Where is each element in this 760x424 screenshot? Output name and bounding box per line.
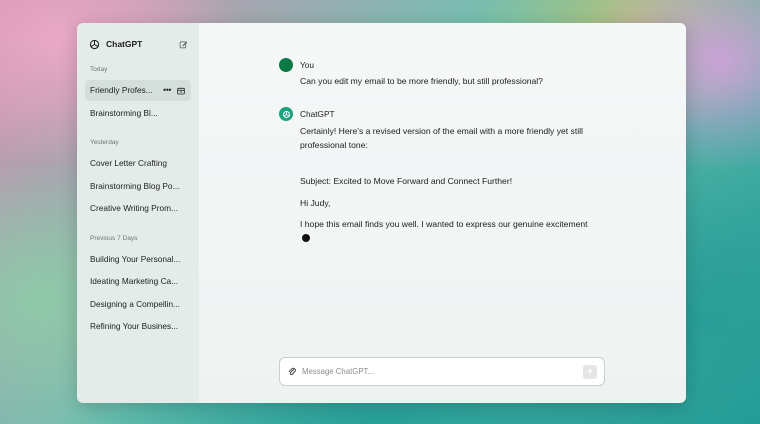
edit-icon[interactable]	[179, 40, 188, 49]
chat-item-label: Ideating Marketing Ca...	[90, 276, 179, 286]
chat-item-label: Brainstorming Bl...	[90, 107, 158, 118]
assistant-avatar	[279, 107, 293, 121]
sidebar-header: ChatGPT	[89, 36, 191, 52]
openai-logo-icon	[89, 39, 100, 49]
conversation-pane: You Can you edit my email to be more fri…	[199, 23, 686, 403]
chat-window: ChatGPT Today Friendly Profes... ••• Bra…	[77, 23, 686, 403]
assistant-message: ChatGPT Certainly! Here's a revised vers…	[279, 107, 609, 245]
chat-item-label: Brainstorming Blog Po...	[90, 180, 180, 191]
chat-item[interactable]: Ideating Marketing Ca...	[85, 271, 191, 292]
chat-item[interactable]: Cover Letter Crafting	[85, 153, 191, 174]
chat-item-label: Creative Writing Prom...	[90, 203, 178, 213]
email-greeting: Hi Judy,	[300, 198, 331, 208]
chat-item-label: Building Your Personal...	[90, 253, 181, 264]
chat-item-label: Friendly Profes...	[90, 85, 153, 95]
chat-item-label: Designing a Compellin...	[90, 298, 180, 309]
openai-logo-icon	[282, 110, 290, 118]
sidebar: ChatGPT Today Friendly Profes... ••• Bra…	[77, 23, 199, 403]
chat-item[interactable]: Friendly Profes... •••	[85, 80, 191, 101]
chat-item[interactable]: Brainstorming Blog Po...	[85, 176, 191, 197]
send-button[interactable]	[583, 364, 597, 379]
chat-item[interactable]: Creative Writing Prom...	[85, 198, 191, 219]
email-body-text: I hope this email finds you well. I want…	[300, 219, 588, 229]
paperclip-icon[interactable]	[287, 367, 297, 377]
user-avatar	[279, 58, 293, 72]
more-dots-icon[interactable]: •••	[163, 80, 171, 101]
email-body: I hope this email finds you well. I want…	[300, 217, 590, 245]
chat-item[interactable]: Designing a Compellin...	[85, 294, 191, 315]
section-label-yesterday: Yesterday	[90, 139, 119, 146]
send-arrow-icon	[587, 368, 593, 375]
chat-item[interactable]: Building Your Personal...	[85, 249, 191, 270]
message-composer[interactable]	[279, 357, 605, 386]
message-author: You	[300, 60, 315, 70]
chat-item-label: Refining Your Busines...	[90, 321, 179, 331]
app-title[interactable]: ChatGPT	[106, 39, 179, 49]
chat-item-label: Cover Letter Crafting	[90, 158, 168, 168]
streaming-cursor	[302, 234, 310, 242]
chat-item[interactable]: Brainstorming Bl...	[85, 103, 191, 124]
message-author: ChatGPT	[300, 109, 335, 119]
email-subject: Subject: Excited to Move Forward and Con…	[300, 176, 513, 186]
archive-icon[interactable]	[177, 87, 185, 95]
section-label-today: Today	[90, 66, 108, 73]
section-label-previous-7-days: Previous 7 Days	[90, 234, 138, 242]
user-message: You Can you edit my email to be more fri…	[279, 58, 609, 88]
message-input[interactable]	[302, 367, 583, 376]
chat-item[interactable]: Refining Your Busines...	[85, 316, 191, 337]
assistant-intro: Certainly! Here's a revised version of t…	[300, 126, 583, 150]
message-text: Can you edit my email to be more friendl…	[300, 76, 543, 86]
